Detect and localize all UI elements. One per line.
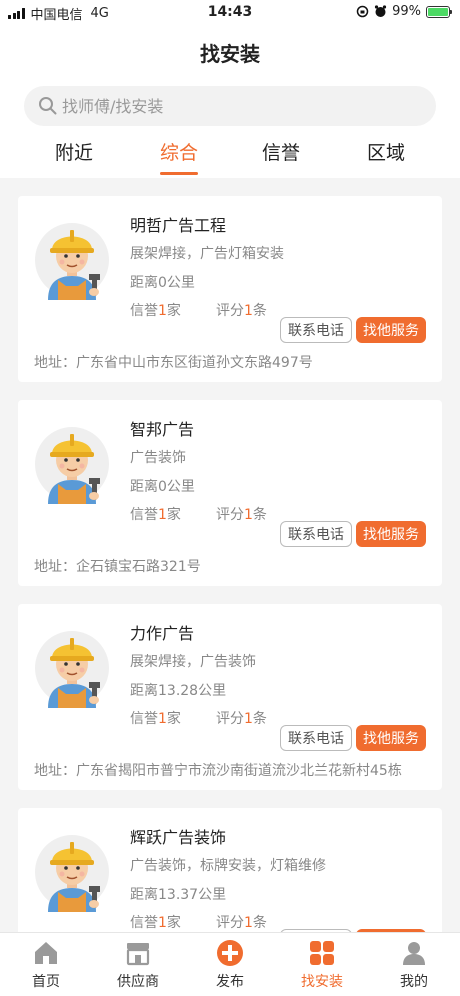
provider-score: 评分1条 [216, 912, 267, 932]
provider-address: 地址：广东省揭阳市普宁市流沙南街道流沙北兰花新村45栋 [34, 763, 402, 779]
search-input[interactable] [62, 96, 402, 116]
credit-unit: 家 [166, 711, 181, 727]
find-service-button[interactable]: 找他服务 [356, 725, 426, 751]
provider-credit: 信誉1家 [130, 912, 181, 932]
credit-value: 1 [158, 507, 167, 523]
find-service-button[interactable]: 找他服务 [356, 521, 426, 547]
tabbar-label: 供应商 [117, 974, 159, 990]
provider-credit: 信誉1家 [130, 504, 181, 524]
provider-credit: 信誉1家 [130, 708, 181, 728]
worker-avatar-icon [35, 631, 109, 708]
score-unit: 条 [252, 915, 267, 931]
tab-reputation[interactable]: 信誉 [241, 138, 321, 165]
provider-distance: 距离0公里 [130, 479, 195, 495]
battery-icon [426, 5, 452, 18]
credit-label: 信誉 [130, 915, 158, 931]
provider-distance: 距离0公里 [130, 275, 195, 291]
provider-card[interactable]: 力作广告 展架焊接，广告装饰 距离13.28公里 信誉1家 评分1条 联系电话 … [18, 604, 442, 790]
tabbar-label: 发布 [216, 974, 244, 990]
score-value: 1 [244, 711, 253, 727]
provider-services: 广告装饰 [130, 450, 186, 466]
credit-label: 信誉 [130, 303, 158, 319]
credit-value: 1 [158, 303, 167, 319]
status-right: 99% [356, 4, 452, 19]
score-label: 评分 [216, 303, 244, 319]
credit-label: 信誉 [130, 507, 158, 523]
provider-distance: 距离13.37公里 [130, 887, 227, 903]
search-box[interactable] [24, 86, 436, 126]
worker-avatar-icon [35, 223, 109, 300]
credit-label: 信誉 [130, 711, 158, 727]
status-bar: 中国电信 4G 14:43 99% [0, 0, 460, 26]
tabbar-label: 找安装 [301, 974, 343, 990]
battery-percent: 99% [392, 4, 421, 19]
tab-active-indicator [160, 172, 198, 175]
orientation-lock-icon [356, 5, 369, 18]
score-unit: 条 [252, 711, 267, 727]
alarm-icon [374, 5, 387, 17]
tabbar-home[interactable]: 首页 [0, 933, 92, 996]
score-label: 评分 [216, 915, 244, 931]
credit-unit: 家 [166, 915, 181, 931]
worker-avatar-icon [35, 835, 109, 912]
tabbar-find-install[interactable]: 找安装 [276, 933, 368, 996]
tabbar-publish[interactable]: 发布 [184, 933, 276, 996]
contact-phone-button[interactable]: 联系电话 [280, 317, 352, 343]
search-icon [39, 97, 57, 115]
score-value: 1 [244, 303, 253, 319]
tabbar-mine[interactable]: 我的 [368, 933, 460, 996]
tab-region[interactable]: 区域 [346, 138, 426, 165]
plus-circle-icon [217, 940, 243, 966]
provider-name: 辉跃广告装饰 [130, 828, 227, 847]
grid-icon [310, 941, 334, 965]
provider-distance: 距离13.28公里 [130, 683, 227, 699]
contact-phone-button[interactable]: 联系电话 [280, 521, 352, 547]
tab-nearby[interactable]: 附近 [34, 138, 114, 165]
provider-address: 地址：广东省中山市东区街道孙文东路497号 [34, 355, 313, 371]
provider-score: 评分1条 [216, 300, 267, 320]
provider-services: 展架焊接，广告装饰 [130, 654, 256, 670]
store-icon [126, 943, 150, 966]
score-unit: 条 [252, 507, 267, 523]
provider-name: 明哲广告工程 [130, 216, 227, 235]
credit-value: 1 [158, 711, 167, 727]
tabbar-supplier[interactable]: 供应商 [92, 933, 184, 996]
score-label: 评分 [216, 507, 244, 523]
page-title: 找安装 [200, 42, 260, 66]
contact-phone-button[interactable]: 联系电话 [280, 725, 352, 751]
tabbar-label: 首页 [32, 974, 60, 990]
home-icon [35, 942, 57, 964]
header: 找安装 附近 综合 信誉 区域 [0, 26, 460, 178]
provider-credit: 信誉1家 [130, 300, 181, 320]
provider-services: 展架焊接，广告灯箱安装 [130, 246, 284, 262]
tab-overall[interactable]: 综合 [139, 138, 219, 165]
provider-card[interactable]: 明哲广告工程 展架焊接，广告灯箱安装 距离0公里 信誉1家 评分1条 联系电话 … [18, 196, 442, 382]
filter-tabs: 附近 综合 信誉 区域 [0, 134, 460, 178]
provider-address: 地址：企石镇宝石路321号 [34, 559, 201, 575]
provider-services: 广告装饰，标牌安装，灯箱维修 [130, 858, 326, 874]
worker-avatar-icon [35, 427, 109, 504]
provider-name: 力作广告 [130, 624, 195, 643]
provider-name: 智邦广告 [130, 420, 195, 439]
score-unit: 条 [252, 303, 267, 319]
provider-score: 评分1条 [216, 708, 267, 728]
credit-value: 1 [158, 915, 167, 931]
user-icon [403, 942, 425, 965]
score-label: 评分 [216, 711, 244, 727]
bottom-tabbar: 首页 供应商 发布 找安装 我的 [0, 932, 460, 996]
tabbar-label: 我的 [400, 974, 428, 990]
score-value: 1 [244, 507, 253, 523]
credit-unit: 家 [166, 303, 181, 319]
score-value: 1 [244, 915, 253, 931]
find-service-button[interactable]: 找他服务 [356, 317, 426, 343]
credit-unit: 家 [166, 507, 181, 523]
provider-card[interactable]: 智邦广告 广告装饰 距离0公里 信誉1家 评分1条 联系电话 找他服务 地址：企… [18, 400, 442, 586]
provider-score: 评分1条 [216, 504, 267, 524]
